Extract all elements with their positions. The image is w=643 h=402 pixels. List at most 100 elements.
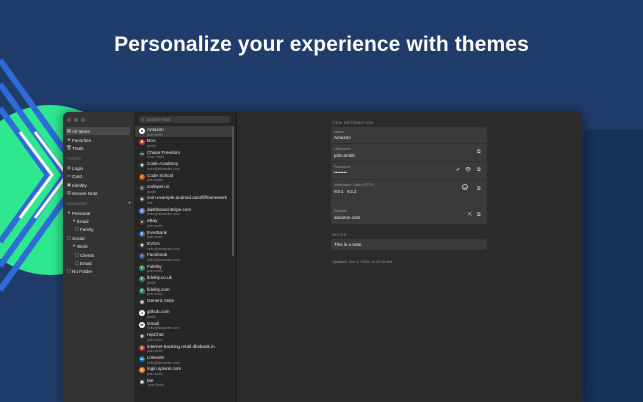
list-item[interactable]: ◇ codepen.io jsmith bbox=[135, 183, 232, 194]
list-item-subtitle: John Smith bbox=[147, 383, 164, 388]
list-item[interactable]: ◍ com.example.android.autofillframework te… bbox=[135, 194, 232, 205]
sidebar-item-label: Card bbox=[72, 173, 82, 179]
list-item-subtitle: john.smith bbox=[147, 337, 163, 342]
folder-no-folder[interactable]: ▢ No Folder bbox=[66, 267, 130, 275]
list-item[interactable]: C Code School john.smith bbox=[135, 172, 232, 183]
folder-label: Email bbox=[77, 218, 89, 224]
list-item[interactable]: ▣ Me John Smith bbox=[135, 377, 232, 388]
list-item-name: EVGA bbox=[147, 241, 160, 246]
folder-label: Email bbox=[80, 260, 92, 266]
window-controls bbox=[67, 118, 85, 122]
list-item-subtitle: jsmith bbox=[147, 280, 156, 285]
password-label: Password bbox=[334, 165, 350, 169]
folder-clients[interactable]: ▢ Clients bbox=[74, 251, 138, 259]
list-item-name: login.splunk.com bbox=[147, 366, 182, 372]
divider bbox=[331, 161, 487, 162]
site-icon: ◍ bbox=[139, 196, 145, 203]
folders-header: FOLDERS bbox=[67, 202, 88, 206]
folder-work[interactable]: ▾ Work bbox=[71, 242, 135, 250]
website-value: amazon.com bbox=[334, 214, 361, 220]
list-item[interactable]: Slogin.splunk.com john.smith bbox=[135, 365, 232, 376]
add-folder-button[interactable]: + bbox=[128, 201, 132, 207]
list-item[interactable]: ▭ Chase Freedom Visa, *4444 bbox=[135, 149, 232, 160]
list-item-name: Code School bbox=[147, 172, 174, 178]
list-item-subtitle: john.smith bbox=[147, 178, 163, 183]
list-item-name: Fidelity bbox=[147, 263, 162, 269]
check-password-button[interactable]: ✔ bbox=[456, 167, 460, 173]
minimize-window-button[interactable] bbox=[74, 118, 78, 122]
folder-social[interactable]: ▢ Social bbox=[66, 234, 130, 242]
list-item[interactable]: e eBay john.smith bbox=[135, 217, 232, 228]
list-item[interactable]: B BoA jsmith bbox=[135, 137, 232, 148]
site-icon: ◍ bbox=[139, 162, 145, 169]
copy-totp-button[interactable]: ⧉ bbox=[477, 186, 481, 192]
notes-title: NOTES bbox=[332, 233, 347, 237]
sidebar-item-all-items[interactable]: ▦ All Items bbox=[66, 127, 130, 135]
list-item[interactable]: Sdashboard.stripe.com hello@bitwarden.com bbox=[135, 206, 232, 217]
folder-personal[interactable]: ▾ Personal bbox=[66, 209, 130, 217]
list-item-name: Code Academy bbox=[147, 161, 179, 167]
site-icon: S bbox=[139, 367, 145, 374]
name-value: Amazon bbox=[334, 135, 351, 140]
folder-family[interactable]: ▢ Family bbox=[74, 225, 138, 233]
sidebar-item-label: Favorites bbox=[72, 137, 91, 143]
site-icon: ◍ bbox=[139, 333, 145, 340]
copy-username-button[interactable]: ⧉ bbox=[477, 149, 481, 155]
list-item-subtitle: john.smith bbox=[147, 292, 163, 297]
copy-password-button[interactable]: ⧉ bbox=[477, 167, 481, 173]
site-icon: ● bbox=[139, 310, 145, 317]
list-item[interactable]: f Facebook hello@bitwarden.com bbox=[135, 251, 232, 262]
site-icon: f bbox=[139, 253, 145, 260]
list-item[interactable]: in LinkedIn hello@bitwarden.com bbox=[135, 354, 232, 365]
sidebar-item-favorites[interactable]: ★ Favorites bbox=[66, 136, 130, 144]
sidebar: ▦ All Items ★ Favorites 🗑 Trash TYPES ◍ … bbox=[63, 112, 135, 402]
list-item[interactable]: a Amazon john.smith bbox=[135, 126, 232, 138]
list-item-subtitle: hello@bitwarden.com bbox=[147, 212, 180, 217]
sidebar-item-label: Secure Note bbox=[72, 190, 98, 196]
sidebar-item-secure-note[interactable]: ▤ Secure Note bbox=[66, 189, 130, 197]
sidebar-item-trash[interactable]: 🗑 Trash bbox=[66, 144, 130, 152]
site-icon: e bbox=[139, 219, 145, 226]
list-item[interactable]: ● github.com jsmith bbox=[135, 308, 232, 319]
copy-website-button[interactable]: ⧉ bbox=[477, 212, 481, 218]
search-input[interactable]: ⌕ Search Vault bbox=[139, 116, 230, 123]
site-icon: F bbox=[139, 264, 145, 271]
list-item[interactable]: ◍ HipChat john.smith bbox=[135, 331, 232, 342]
launch-website-button[interactable]: ⇱ bbox=[468, 212, 472, 218]
list-item-subtitle: john.smith bbox=[147, 132, 163, 137]
list-item[interactable]: F Fidelity john.smith bbox=[135, 263, 232, 274]
list-item[interactable]: ◍ Code Academy hello@bitwarden.com bbox=[135, 160, 232, 171]
list-item[interactable]: Dinternet-banking.retail.dbsbank.in john.… bbox=[135, 343, 232, 354]
sidebar-item-label: Trash bbox=[72, 145, 84, 151]
list-item[interactable]: E EverBank john.smith bbox=[135, 229, 232, 240]
site-icon: in bbox=[139, 356, 145, 362]
vault-list: ⌕ Search Vault a Amazon john.smith B BoA jsmi… bbox=[135, 112, 237, 402]
close-window-button[interactable] bbox=[67, 118, 71, 122]
list-item-subtitle: Visa, *4444 bbox=[147, 155, 165, 160]
list-scrollbar[interactable] bbox=[232, 126, 234, 256]
sidebar-item-card[interactable]: ▭ Card bbox=[66, 172, 130, 180]
toggle-visibility-button[interactable]: 👁 bbox=[465, 167, 471, 173]
list-item-name: codepen.io bbox=[147, 184, 170, 189]
sidebar-item-login[interactable]: ◍ Login bbox=[66, 164, 130, 172]
maximize-window-button[interactable] bbox=[81, 118, 85, 122]
totp-label: Verification Code (TOTP) bbox=[334, 183, 375, 187]
list-item-name: EverBank bbox=[147, 229, 167, 235]
list-item[interactable]: Ffidelity.com john.smith bbox=[135, 286, 232, 297]
password-value: •••••••• bbox=[334, 170, 347, 175]
list-item-name: fidelity.com bbox=[147, 286, 170, 292]
folder-email[interactable]: ▾ Email bbox=[71, 217, 135, 225]
list-item[interactable]: M Gmail hello@bitwarden.com bbox=[135, 320, 232, 331]
search-icon: ⌕ bbox=[142, 117, 145, 122]
site-icon: F bbox=[139, 287, 145, 294]
divider bbox=[331, 179, 487, 180]
list-item-name: dashboard.stripe.com bbox=[147, 206, 192, 212]
list-item[interactable]: ▤ Generic Note bbox=[135, 297, 232, 308]
list-item[interactable]: Ffidelity.co.uk jsmith bbox=[135, 274, 232, 285]
list-item[interactable]: ◍ EVGA hello@bitwarden.com bbox=[135, 240, 232, 251]
sidebar-item-identity[interactable]: ▣ Identity bbox=[66, 181, 130, 189]
types-header: TYPES bbox=[67, 157, 81, 161]
site-icon: S bbox=[139, 207, 145, 214]
folder-work-email[interactable]: ▢ Email bbox=[74, 259, 138, 267]
folder-label: Personal bbox=[72, 210, 91, 216]
